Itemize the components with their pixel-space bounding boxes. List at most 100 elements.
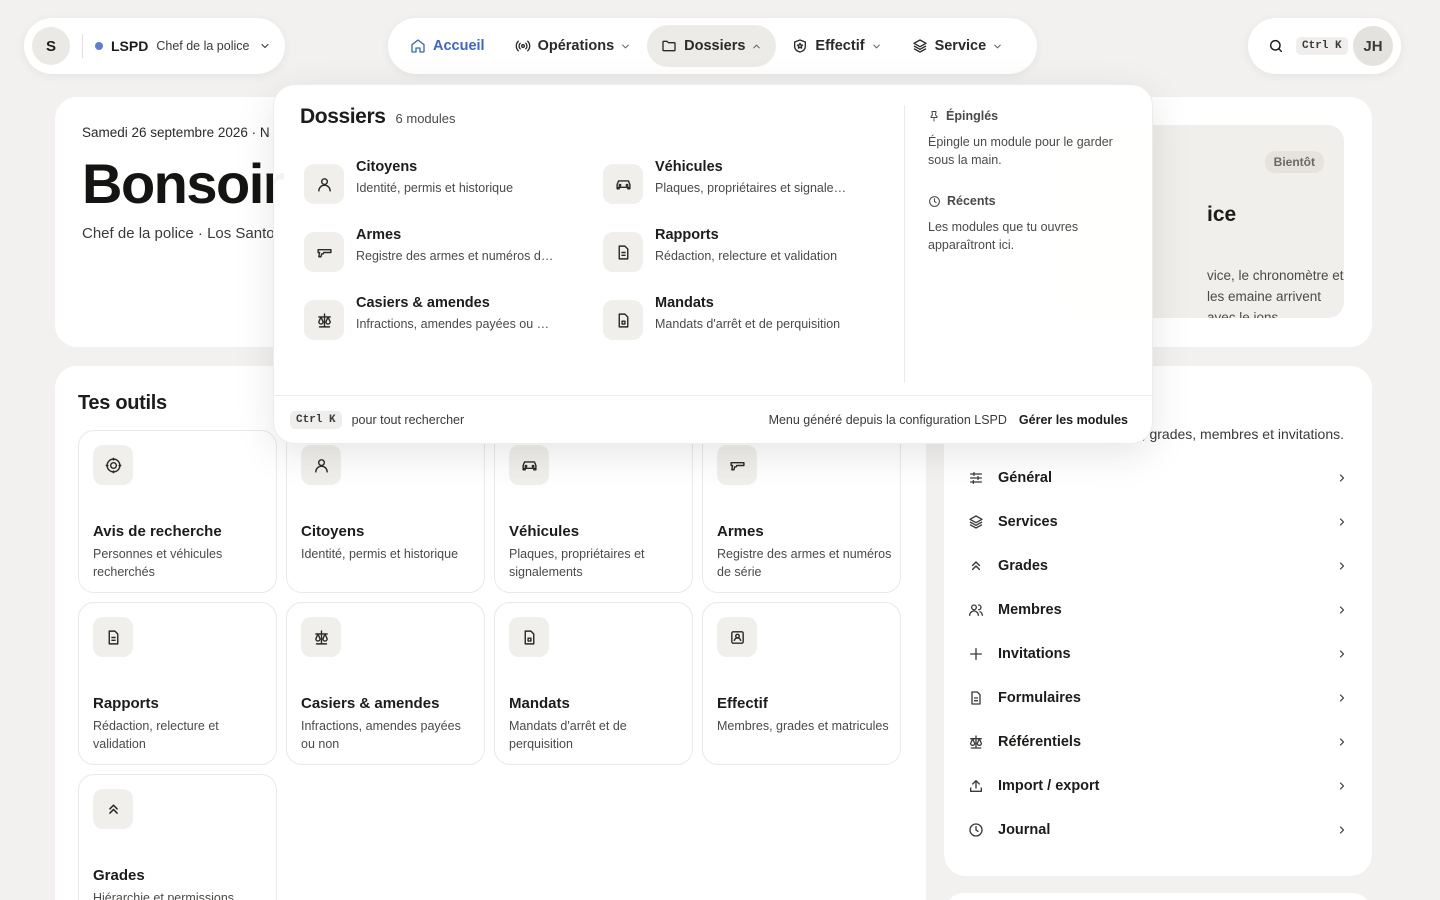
current-date: Samedi 26 septembre 2026 · N <box>82 125 270 140</box>
search-icon[interactable] <box>1268 38 1284 54</box>
nav-effectif[interactable]: Effectif <box>778 25 895 67</box>
org-switcher[interactable]: S LSPD Chef de la police <box>24 18 285 74</box>
chevron-right-icon <box>1339 474 1345 482</box>
chevrons-up-icon <box>93 789 133 829</box>
tool-tile-warrants[interactable]: Mandats Mandats d'arrêt et de perquisiti… <box>494 602 693 765</box>
tool-tile-records[interactable]: Casiers & amendes Infractions, amendes p… <box>286 602 485 765</box>
module-desc: Mandats d'arrêt et de perquisition <box>655 317 841 331</box>
dropdown-header: Dossiers 6 modules <box>300 105 456 129</box>
config-item-members[interactable]: Membres <box>968 590 1348 630</box>
module-citoyens[interactable]: Citoyens Identité, permis et historique <box>304 157 584 213</box>
config-item-import-export[interactable]: Import / export <box>968 766 1348 806</box>
users-icon <box>969 604 983 616</box>
tool-title: Avis de recherche <box>93 523 222 540</box>
tool-desc: Hiérarchie et permissions <box>93 891 235 900</box>
nav-service[interactable]: Service <box>898 25 1018 67</box>
tool-desc: Identité, permis et historique <box>301 547 459 561</box>
nav-label: Effectif <box>815 38 865 54</box>
config-label: Journal <box>998 822 1051 838</box>
config-item-forms[interactable]: Formulaires <box>968 678 1348 718</box>
module-mandats[interactable]: Mandats Mandats d'arrêt et de perquisitio… <box>603 293 883 349</box>
recent-section: Récents Les modules que tu ouvres appara… <box>928 194 1128 254</box>
tool-tile-weapons[interactable]: Armes Registre des armes et numéros de s… <box>702 430 901 593</box>
tool-tile-citizens[interactable]: Citoyens Identité, permis et historique <box>286 430 485 593</box>
pinned-text: Épingle un module pour le garder sous la… <box>928 135 1113 167</box>
tool-tile-vehicles[interactable]: Véhicules Plaques, propriétaires et sign… <box>494 430 693 593</box>
tool-desc: Registre des armes et numéros de série <box>717 547 892 579</box>
tool-tile-reports[interactable]: Rapports Rédaction, relecture et validat… <box>78 602 277 765</box>
config-item-services[interactable]: Services <box>968 502 1348 542</box>
nav-dossiers[interactable]: Dossiers <box>647 25 777 67</box>
module-armes[interactable]: Armes Registre des armes et numéros de sé… <box>304 225 584 281</box>
greeting-subtitle: Chef de la police · Los Santo <box>82 225 275 242</box>
chevron-right-icon <box>1339 826 1345 834</box>
tool-title: Véhicules <box>509 523 580 540</box>
chevron-right-icon <box>1339 606 1345 614</box>
tool-desc: Mandats d'arrêt et de perquisition <box>509 719 627 751</box>
tool-tile-grades[interactable]: Grades Hiérarchie et permissions <box>78 774 277 900</box>
module-title: Citoyens <box>356 159 418 175</box>
utility-bar: Ctrl K JH <box>1248 18 1401 74</box>
warrant-icon <box>509 617 549 657</box>
main-nav: Accueil Opérations Dossiers Effectif Ser… <box>388 18 1037 74</box>
config-item-general[interactable]: Général <box>968 458 1348 498</box>
chevron-down-icon <box>622 44 629 48</box>
chevrons-up-icon <box>971 561 981 571</box>
nav-accueil[interactable]: Accueil <box>396 25 499 67</box>
tool-title: Citoyens <box>301 523 365 540</box>
chevron-down-icon <box>261 43 270 49</box>
clock-icon <box>929 195 940 207</box>
org-status-dot <box>95 42 103 50</box>
user-avatar[interactable]: JH <box>1353 26 1393 66</box>
car-icon <box>509 445 549 485</box>
config-label: Formulaires <box>998 690 1081 706</box>
search-shortcut: Ctrl K <box>1296 37 1348 55</box>
tool-title: Effectif <box>717 695 768 712</box>
config-item-grades[interactable]: Grades <box>968 546 1348 586</box>
module-desc: Registre des armes et numéros de série <box>356 249 556 263</box>
chevron-right-icon <box>1339 562 1345 570</box>
module-title: Mandats <box>655 295 714 311</box>
tool-tile-wanted[interactable]: Avis de recherche Personnes et véhicules… <box>78 430 277 593</box>
config-label: Invitations <box>998 646 1071 662</box>
module-desc: Rédaction, relecture et validation <box>655 249 838 263</box>
user-icon <box>304 164 344 204</box>
clock-icon <box>969 823 983 837</box>
document-icon <box>971 691 981 705</box>
pinned-section: Épinglés Épingle un module pour le garde… <box>928 109 1128 169</box>
home-icon <box>411 39 425 53</box>
module-title: Armes <box>356 227 402 243</box>
module-casiers[interactable]: Casiers & amendes Infractions, amendes pa… <box>304 293 584 349</box>
car-icon <box>603 164 643 204</box>
config-label: Membres <box>998 602 1062 618</box>
tool-title: Rapports <box>93 695 159 712</box>
chevron-down-icon <box>994 44 1001 48</box>
upload-icon <box>970 780 982 792</box>
config-item-journal[interactable]: Journal <box>968 810 1348 850</box>
config-label: Services <box>998 514 1058 530</box>
tools-title: Tes outils <box>78 392 167 414</box>
nav-label: Service <box>934 38 987 54</box>
divider <box>904 105 905 383</box>
soon-badge: Bientôt <box>1264 151 1324 173</box>
module-desc: Infractions, amendes payées ou non <box>356 317 556 331</box>
config-item-invitations[interactable]: Invitations <box>968 634 1348 674</box>
shortcut-key: Ctrl K <box>290 410 342 429</box>
org-avatar: S <box>32 27 70 65</box>
scale-icon <box>970 735 982 749</box>
gun-icon <box>717 445 757 485</box>
chevron-right-icon <box>1339 518 1345 526</box>
tool-desc: Infractions, amendes payées ou non <box>301 719 461 751</box>
warrant-icon <box>603 300 643 340</box>
chevron-down-icon <box>872 44 880 48</box>
config-label: Général <box>998 470 1052 486</box>
nav-operations[interactable]: Opérations <box>501 25 646 67</box>
chevron-right-icon <box>1339 694 1345 702</box>
manage-modules-link[interactable]: Gérer les modules <box>1019 413 1128 427</box>
tool-desc: Plaques, propriétaires et signalements <box>509 547 645 579</box>
module-rapports[interactable]: Rapports Rédaction, relecture et validati… <box>603 225 883 281</box>
nav-label: Opérations <box>537 38 615 54</box>
module-vehicules[interactable]: Véhicules Plaques, propriétaires et signa… <box>603 157 883 213</box>
config-item-referentials[interactable]: Référentiels <box>968 722 1348 762</box>
tool-tile-staff[interactable]: Effectif Membres, grades et matricules <box>702 602 901 765</box>
